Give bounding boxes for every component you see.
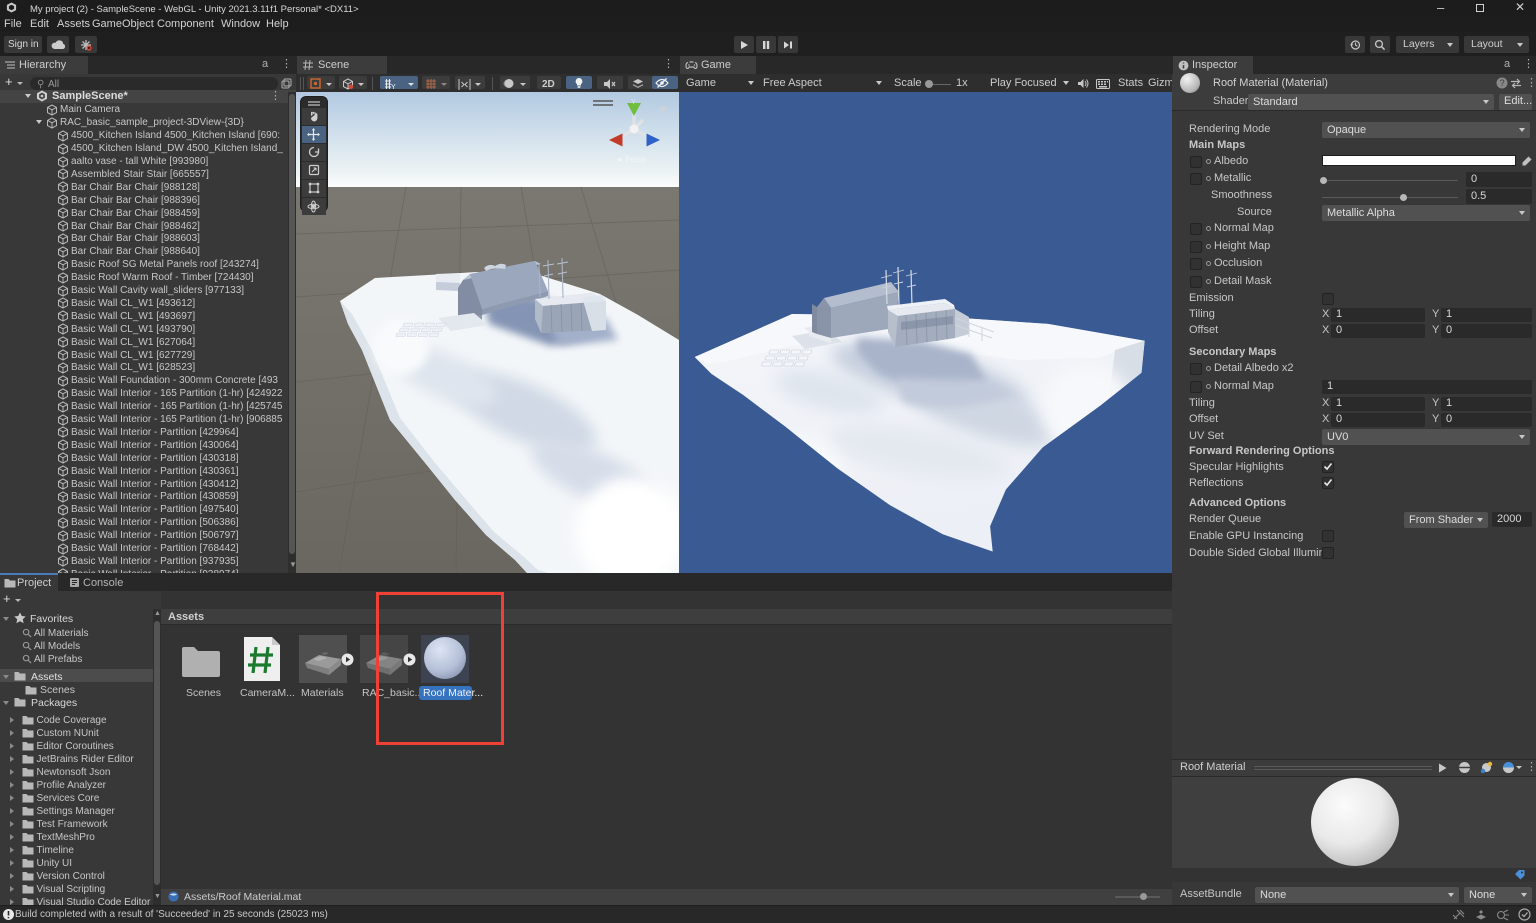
svg-text:◄ Persp: ◄ Persp [615, 155, 647, 164]
svg-text:?: ? [1500, 78, 1505, 88]
svg-text:Y: Y [391, 84, 396, 90]
svg-text:Y: Y [631, 99, 636, 106]
